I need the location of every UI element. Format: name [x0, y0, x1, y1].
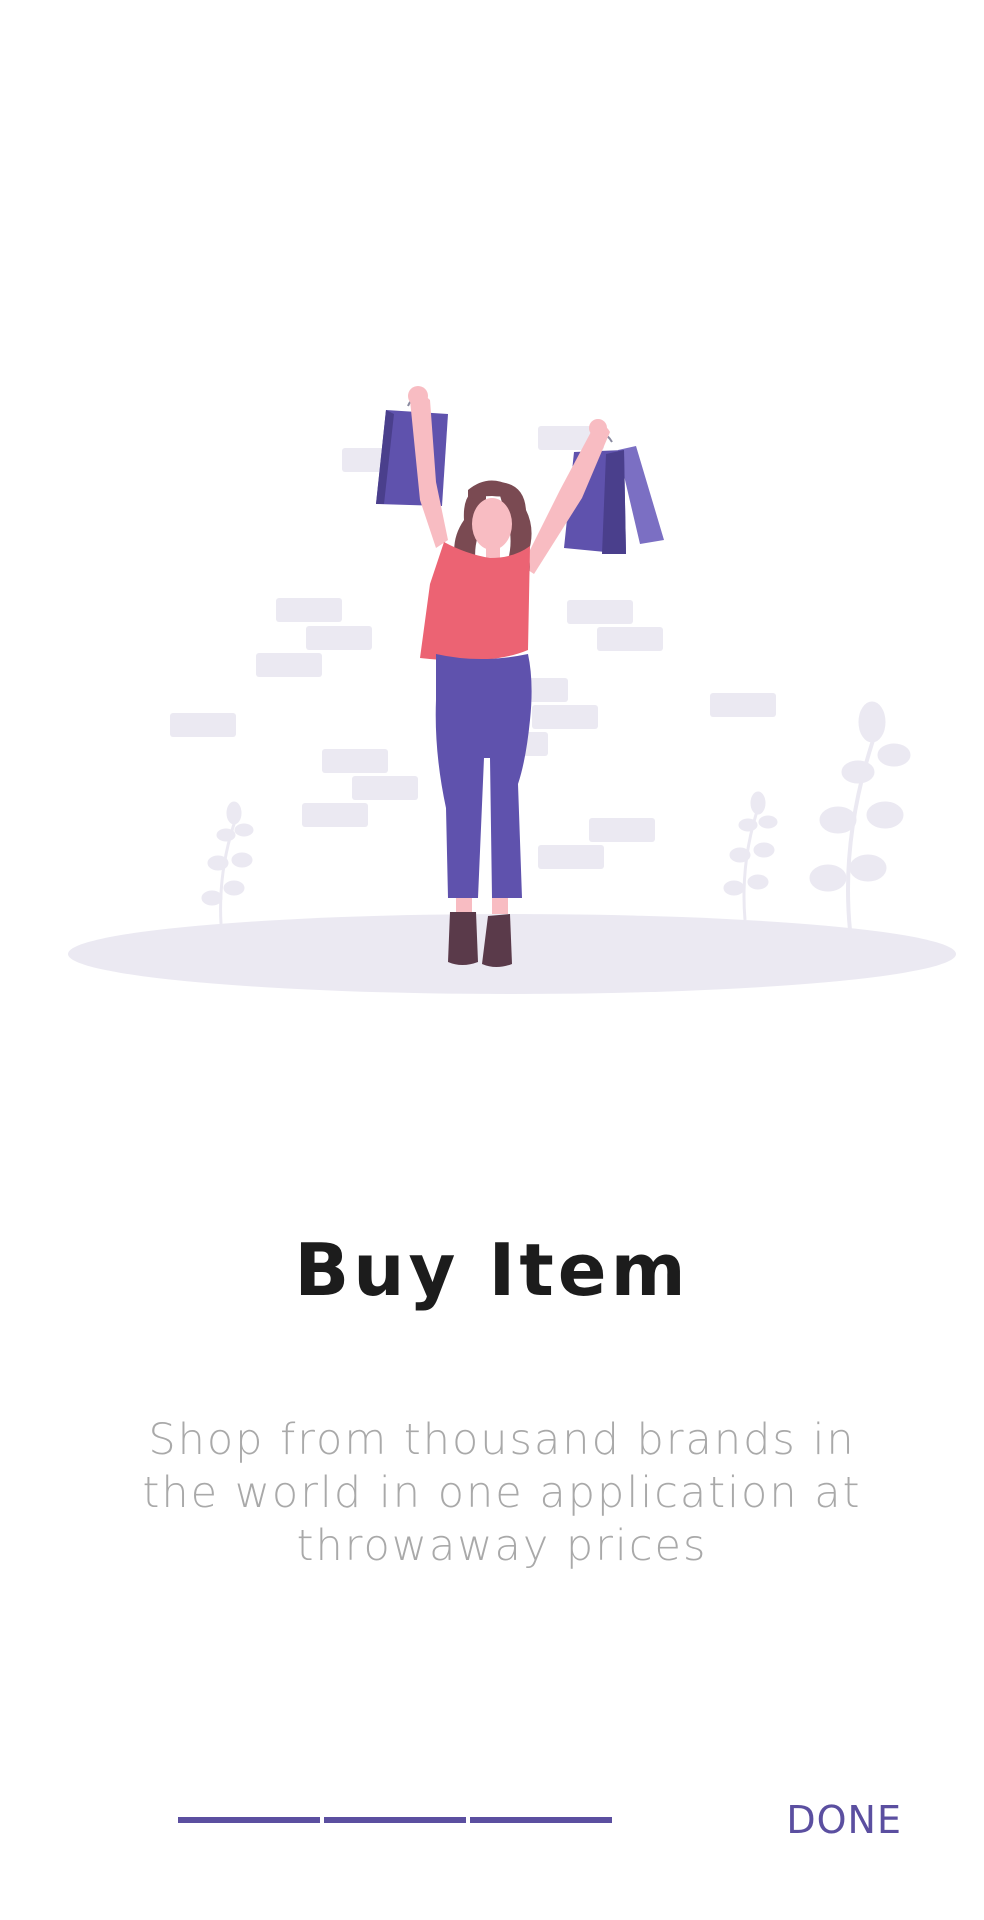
done-button[interactable]: DONE: [774, 1790, 914, 1850]
pants: [435, 654, 532, 898]
onboarding-title: Buy Item: [294, 1228, 690, 1312]
onboarding-progress-indicator: [178, 1817, 612, 1823]
plant-left: [201, 801, 254, 925]
shirt: [420, 542, 530, 661]
ground-shadow: [68, 914, 956, 994]
progress-segment-3: [470, 1817, 612, 1823]
shopping-woman-illustration: [68, 386, 956, 994]
plant-right-large: [809, 701, 911, 931]
progress-segment-2: [324, 1817, 466, 1823]
plant-right-small: [723, 791, 778, 921]
progress-segment-1: [178, 1817, 320, 1823]
onboarding-description: Shop from thousand brands in the world i…: [142, 1415, 862, 1571]
